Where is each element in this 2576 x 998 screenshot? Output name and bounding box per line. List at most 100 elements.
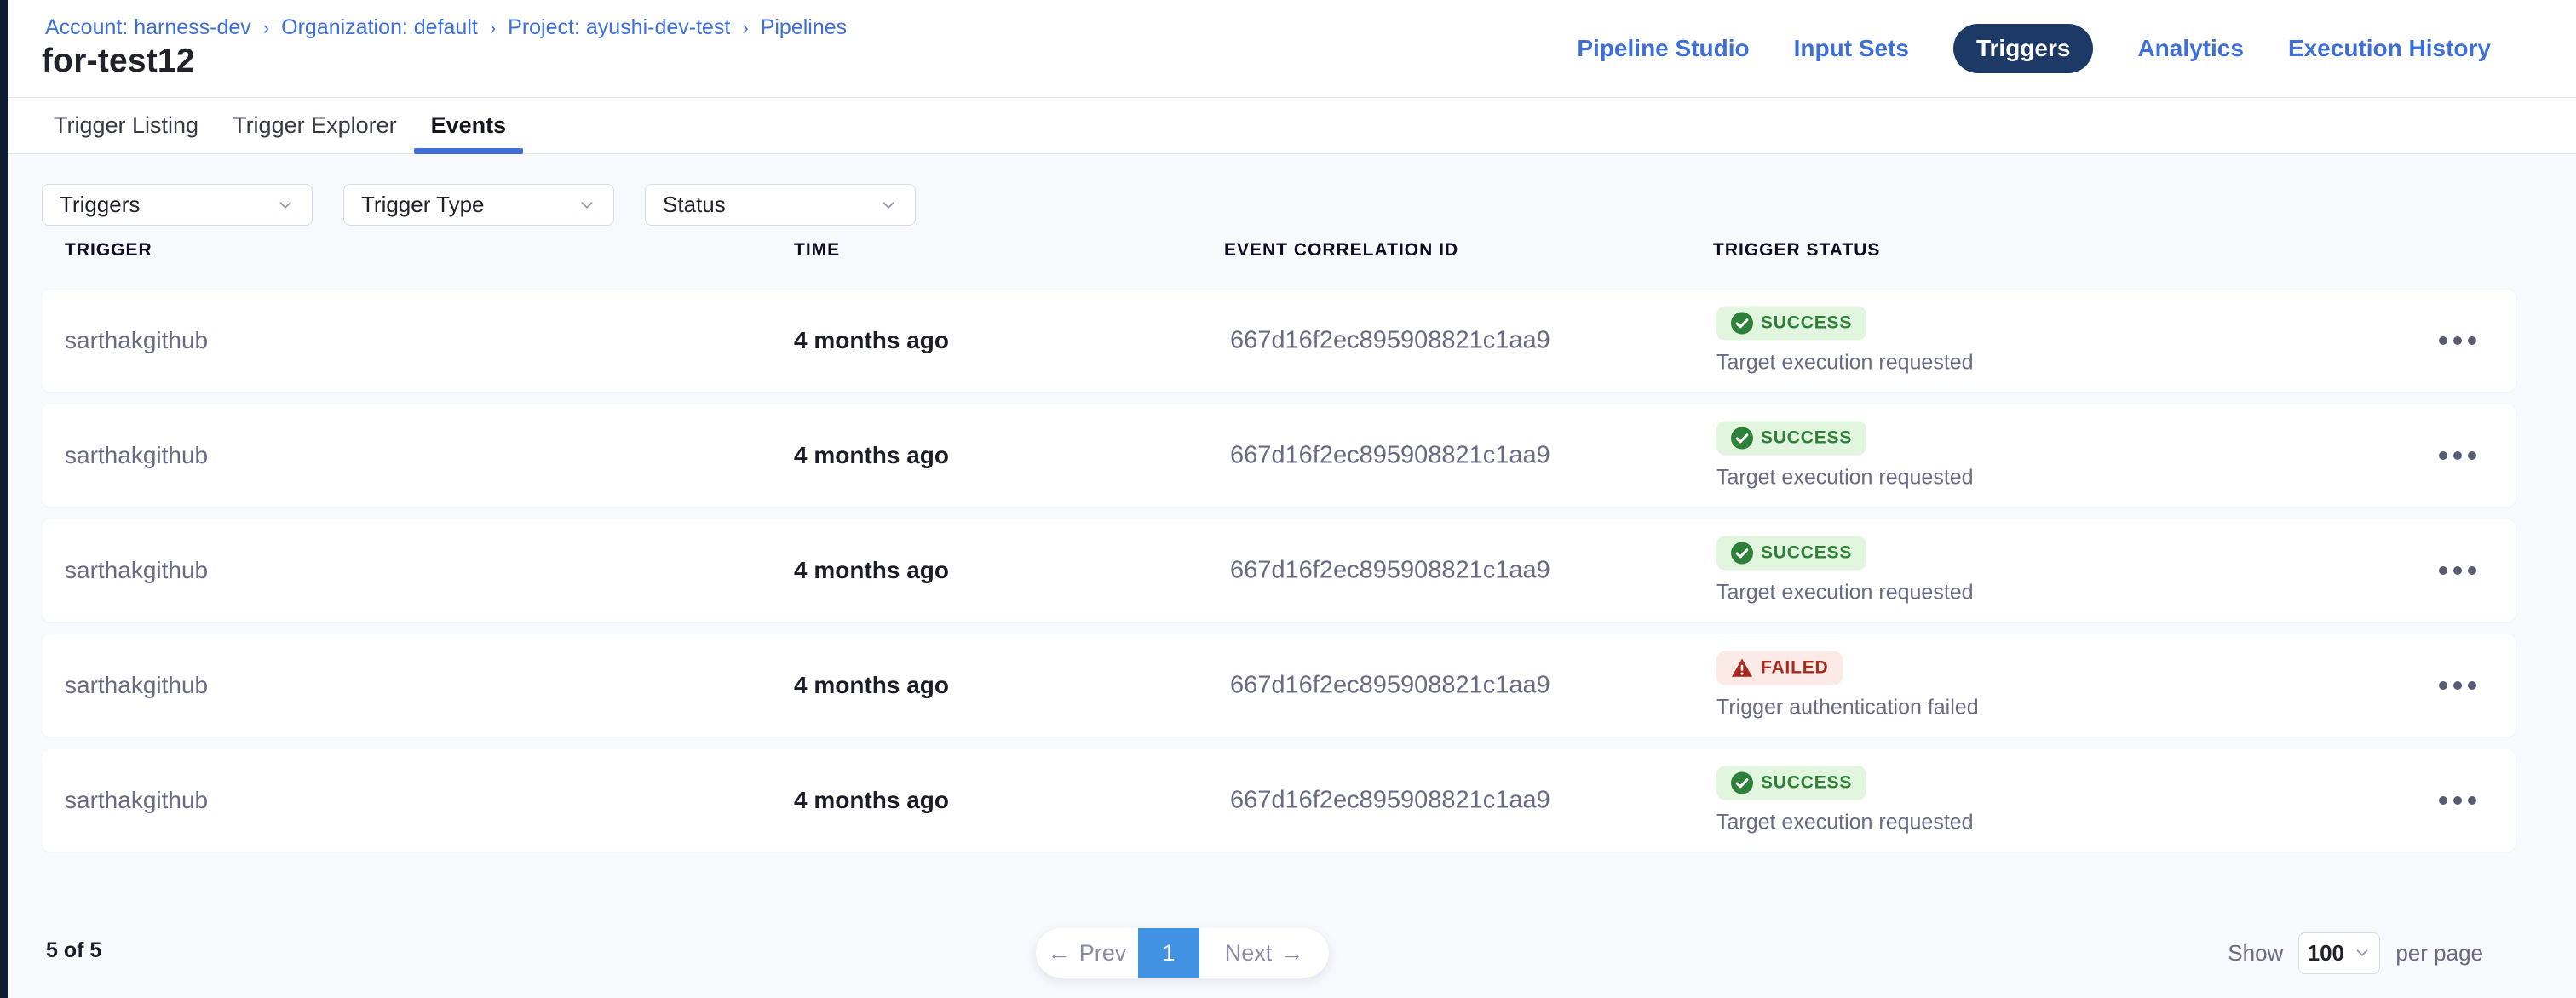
more-options-icon (2453, 796, 2462, 805)
breadcrumb-org-link[interactable]: Organization: default (281, 15, 478, 40)
triggers-filter-dropdown[interactable]: Triggers (42, 184, 313, 226)
breadcrumb-separator-icon: › (263, 17, 269, 39)
nav-pipeline-studio[interactable]: Pipeline Studio (1577, 35, 1749, 62)
row-actions-button[interactable] (2424, 430, 2492, 481)
events-table: sarthakgithub 4 months ago 667d16f2ec895… (42, 290, 2508, 864)
pagination: ← Prev 1 Next → (1036, 928, 1329, 978)
table-row: sarthakgithub 4 months ago 667d16f2ec895… (42, 519, 2516, 622)
trigger-status-cell: SUCCESS Target execution requested (1716, 766, 1974, 835)
row-actions-button[interactable] (2424, 775, 2492, 826)
trigger-type-filter-dropdown[interactable]: Trigger Type (343, 184, 614, 226)
status-badge: SUCCESS (1716, 307, 1866, 341)
status-badge: SUCCESS (1716, 536, 1866, 571)
more-options-icon (2439, 336, 2447, 345)
more-options-icon (2453, 681, 2462, 690)
breadcrumb-pipelines-link[interactable]: Pipelines (761, 15, 847, 40)
nav-analytics[interactable]: Analytics (2137, 35, 2244, 62)
table-row: sarthakgithub 4 months ago 667d16f2ec895… (42, 634, 2516, 737)
event-correlation-id: 667d16f2ec895908821c1aa9 (1230, 327, 1550, 355)
current-page-button[interactable]: 1 (1138, 928, 1199, 978)
next-label: Next (1225, 940, 1273, 966)
event-correlation-id: 667d16f2ec895908821c1aa9 (1230, 442, 1550, 470)
event-correlation-id: 667d16f2ec895908821c1aa9 (1230, 557, 1550, 585)
row-actions-button[interactable] (2424, 660, 2492, 711)
trigger-status-cell: SUCCESS Target execution requested (1716, 536, 1974, 605)
more-options-icon (2439, 451, 2447, 460)
more-options-icon (2468, 796, 2476, 805)
success-check-icon (1731, 772, 1753, 794)
more-options-icon (2439, 681, 2447, 690)
warning-triangle-icon (1731, 657, 1753, 680)
status-badge-label: SUCCESS (1761, 313, 1852, 334)
trigger-name: sarthakgithub (65, 787, 208, 814)
trigger-name: sarthakgithub (65, 327, 208, 354)
row-actions-button[interactable] (2424, 315, 2492, 366)
tab-trigger-listing[interactable]: Trigger Listing (37, 98, 216, 153)
collapsed-sidenav-strip (0, 0, 8, 998)
chevron-down-icon (276, 196, 295, 215)
status-badge-label: SUCCESS (1761, 543, 1852, 564)
nav-input-sets[interactable]: Input Sets (1794, 35, 1909, 62)
more-options-icon (2453, 336, 2462, 345)
more-options-icon (2453, 566, 2462, 575)
events-content: Triggers Trigger Type Status TRIGGER TIM… (8, 155, 2576, 998)
column-header-event-correlation-id: EVENT CORRELATION ID (1224, 240, 1458, 261)
per-page-label: per page (2395, 940, 2483, 966)
trigger-status-cell: SUCCESS Target execution requested (1716, 307, 1974, 376)
more-options-icon (2468, 336, 2476, 345)
success-check-icon (1731, 427, 1753, 450)
trigger-status-cell: FAILED Trigger authentication failed (1716, 651, 1979, 720)
arrow-right-icon: → (1280, 940, 1303, 966)
table-header: TRIGGER TIME EVENT CORRELATION ID TRIGGE… (8, 240, 2576, 271)
success-check-icon (1731, 313, 1753, 335)
prev-label: Prev (1079, 940, 1127, 966)
trigger-name: sarthakgithub (65, 672, 208, 699)
table-row: sarthakgithub 4 months ago 667d16f2ec895… (42, 749, 2516, 852)
status-message: Target execution requested (1716, 466, 1974, 490)
column-header-time: TIME (794, 240, 840, 261)
pagination-footer: 5 of 5 ← Prev 1 Next → Show 100 per page (8, 904, 2576, 998)
tab-events[interactable]: Events (414, 98, 524, 153)
more-options-icon (2439, 566, 2447, 575)
event-time: 4 months ago (794, 327, 949, 354)
next-page-button[interactable]: Next → (1199, 928, 1329, 978)
event-correlation-id: 667d16f2ec895908821c1aa9 (1230, 787, 1550, 815)
chevron-down-icon (578, 196, 596, 215)
breadcrumb-separator-icon: › (742, 17, 748, 39)
items-count: 5 of 5 (46, 938, 101, 963)
status-message: Target execution requested (1716, 351, 1974, 376)
triggers-filter-label: Triggers (60, 192, 140, 218)
more-options-icon (2439, 796, 2447, 805)
status-badge: SUCCESS (1716, 766, 1866, 800)
filter-bar: Triggers Trigger Type Status (42, 184, 916, 226)
page-size-select[interactable]: 100 (2298, 932, 2380, 974)
status-badge: FAILED (1716, 651, 1843, 685)
trigger-status-cell: SUCCESS Target execution requested (1716, 422, 1974, 490)
status-filter-label: Status (663, 192, 726, 218)
tab-bar: Trigger Listing Trigger Explorer Events (8, 97, 2576, 154)
status-message: Trigger authentication failed (1716, 696, 1979, 720)
more-options-icon (2453, 451, 2462, 460)
breadcrumb-separator-icon: › (490, 17, 496, 39)
tab-trigger-explorer[interactable]: Trigger Explorer (216, 98, 414, 153)
chevron-down-icon (2353, 944, 2372, 962)
status-filter-dropdown[interactable]: Status (645, 184, 916, 226)
breadcrumb-account-link[interactable]: Account: harness-dev (45, 15, 251, 40)
prev-page-button[interactable]: ← Prev (1036, 928, 1138, 978)
status-badge: SUCCESS (1716, 422, 1866, 456)
page-size-value: 100 (2308, 940, 2344, 966)
table-row: sarthakgithub 4 months ago 667d16f2ec895… (42, 290, 2516, 392)
trigger-name: sarthakgithub (65, 557, 208, 584)
arrow-left-icon: ← (1048, 940, 1071, 966)
breadcrumb: Account: harness-dev › Organization: def… (45, 15, 847, 40)
row-actions-button[interactable] (2424, 545, 2492, 596)
nav-execution-history[interactable]: Execution History (2288, 35, 2491, 62)
pipeline-nav: Pipeline Studio Input Sets Triggers Anal… (1577, 0, 2491, 97)
more-options-icon (2468, 451, 2476, 460)
nav-triggers[interactable]: Triggers (1953, 24, 2093, 73)
status-badge-label: SUCCESS (1761, 428, 1852, 449)
breadcrumb-project-link[interactable]: Project: ayushi-dev-test (508, 15, 730, 40)
column-header-trigger: TRIGGER (65, 240, 152, 261)
event-time: 4 months ago (794, 557, 949, 584)
status-message: Target execution requested (1716, 811, 1974, 835)
